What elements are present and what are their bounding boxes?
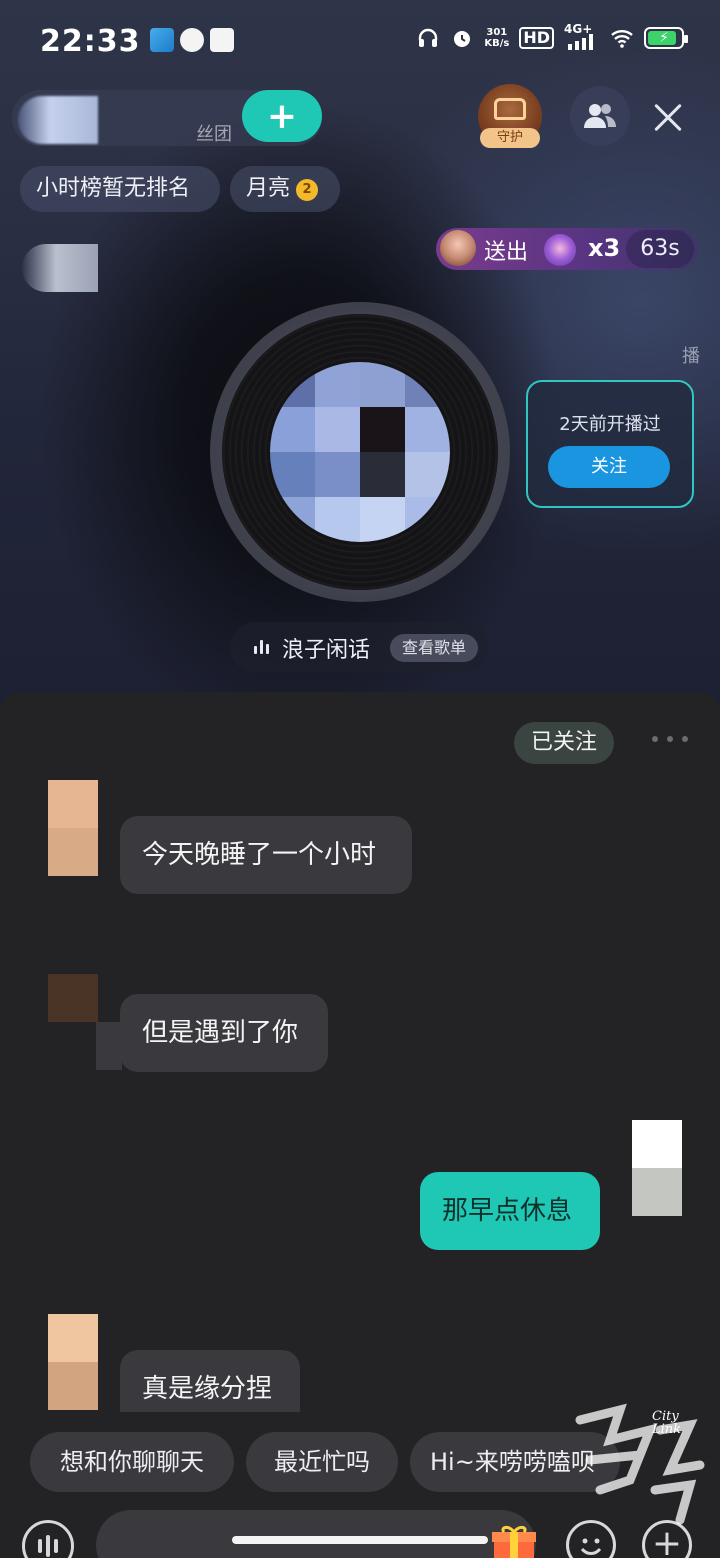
followed-button[interactable]: 已关注 bbox=[514, 722, 614, 764]
battery-icon: ⚡ bbox=[644, 27, 688, 49]
status-right: 301 KB/s HD 4G+ ⚡ bbox=[416, 22, 688, 50]
hourly-rank-chip[interactable]: 小时榜暂无排名 bbox=[20, 166, 220, 212]
host-avatar[interactable] bbox=[18, 96, 98, 144]
past-broadcast-text: 2天前开播过 bbox=[559, 414, 661, 435]
app-badge-icon bbox=[210, 28, 234, 52]
watermark-text: City Link bbox=[652, 1409, 682, 1437]
fans-club-label: 丝团 bbox=[196, 124, 232, 145]
users-icon bbox=[584, 104, 616, 128]
gift-box-icon[interactable] bbox=[490, 1524, 538, 1558]
vinyl-cover-art bbox=[270, 362, 450, 542]
gift-sent-label: 送出 bbox=[484, 240, 529, 265]
cloud-icon bbox=[180, 28, 204, 52]
close-button[interactable] bbox=[648, 98, 688, 138]
notification-icon bbox=[150, 28, 174, 52]
wifi-icon bbox=[611, 30, 633, 48]
home-indicator[interactable] bbox=[232, 1536, 488, 1544]
signal-indicator: 4G+ bbox=[564, 22, 600, 50]
song-name: 浪子闲话 bbox=[282, 638, 371, 663]
message-input[interactable] bbox=[96, 1510, 536, 1558]
headphones-icon bbox=[419, 28, 438, 47]
guard-label: 守护 bbox=[480, 128, 540, 148]
sender-avatar[interactable] bbox=[48, 974, 98, 1022]
self-avatar[interactable] bbox=[632, 1120, 682, 1216]
sender-avatar[interactable] bbox=[48, 1314, 98, 1410]
alarm-icon bbox=[454, 31, 471, 47]
blurred-user-avatar bbox=[22, 244, 98, 292]
chat-message-self: 那早点休息 bbox=[420, 1172, 600, 1250]
watermark-logo bbox=[575, 1403, 705, 1525]
moon-rank-badge: 2 bbox=[296, 179, 319, 201]
moon-rank-chip[interactable]: 月亮 2 bbox=[230, 166, 340, 212]
audio-wave-icon bbox=[38, 1535, 58, 1557]
quick-reply-chat[interactable]: 想和你聊聊天 bbox=[30, 1432, 234, 1492]
status-bar: 22:33 301 KB/s HD 4G+ ⚡ bbox=[0, 0, 720, 80]
more-options-icon[interactable] bbox=[652, 736, 688, 742]
past-broadcast-follow-button[interactable]: 关注 bbox=[548, 446, 670, 488]
chat-message: 但是遇到了你 bbox=[120, 994, 328, 1072]
gift-item-icon bbox=[544, 234, 576, 266]
audience-button[interactable] bbox=[570, 86, 630, 146]
voice-input-button[interactable] bbox=[22, 1520, 74, 1558]
sender-avatar[interactable] bbox=[48, 780, 98, 876]
broadcast-tag: 播 bbox=[682, 346, 700, 367]
hd-indicator: HD bbox=[519, 27, 554, 49]
avatar-shadow bbox=[96, 1022, 122, 1070]
gift-sender-avatar bbox=[440, 230, 476, 266]
chat-message: 真是缘分捏 bbox=[120, 1350, 300, 1412]
past-broadcast-card bbox=[526, 380, 694, 508]
net-speed: 301 KB/s bbox=[484, 27, 510, 49]
gift-timer: 63s bbox=[626, 230, 694, 268]
quick-reply-busy[interactable]: 最近忙吗 bbox=[246, 1432, 398, 1492]
status-time: 22:33 bbox=[40, 24, 141, 59]
gift-count: x3 bbox=[588, 234, 621, 262]
follow-host-button[interactable]: + bbox=[242, 90, 322, 142]
moon-rank-label: 月亮 bbox=[246, 176, 291, 201]
audio-bars-icon bbox=[254, 640, 269, 654]
chat-message: 今天晚睡了一个小时 bbox=[120, 816, 412, 894]
view-playlist-button[interactable]: 查看歌单 bbox=[390, 634, 478, 662]
sofa-icon bbox=[494, 98, 526, 120]
